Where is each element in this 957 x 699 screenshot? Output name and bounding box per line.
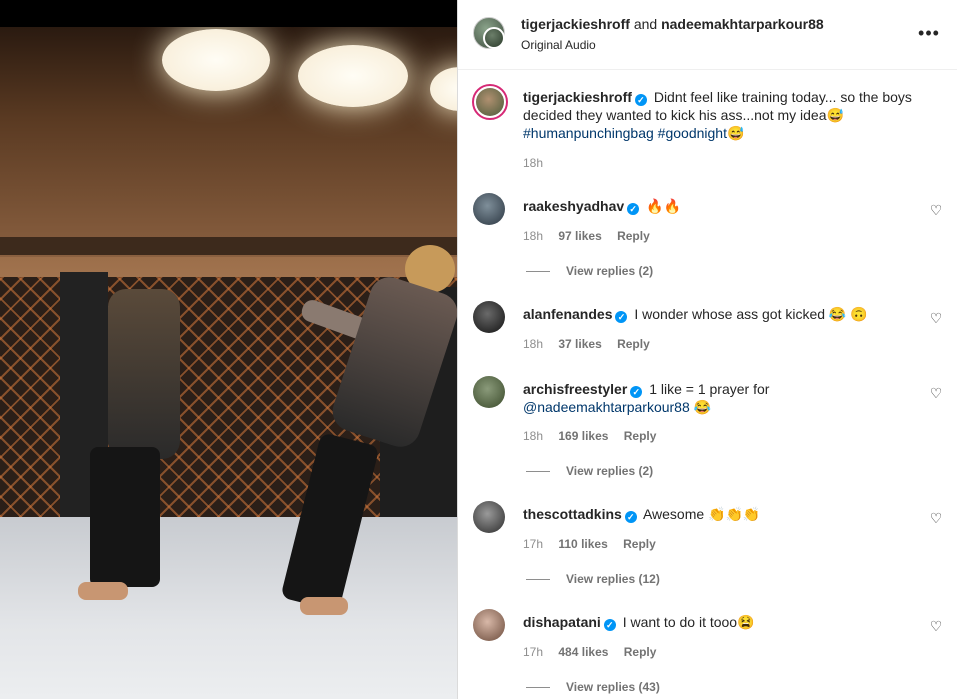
audio-link[interactable]: Original Audio <box>521 38 596 52</box>
caption-author[interactable]: tigerjackieshroff <box>523 89 632 105</box>
reply-button[interactable]: Reply <box>624 645 657 659</box>
hashtag-link[interactable]: #goodnight😅 <box>658 125 745 141</box>
view-replies-button[interactable]: View replies (2) <box>526 264 653 278</box>
hashtag-link[interactable]: #humanpunchingbag <box>523 125 654 141</box>
reply-button[interactable]: Reply <box>623 537 656 551</box>
commenter-avatar[interactable] <box>473 301 505 333</box>
floor <box>0 517 457 699</box>
commenter-username[interactable]: archisfreestyler <box>523 381 627 397</box>
top-bar <box>0 0 457 27</box>
verified-badge-icon: ✓ <box>603 619 616 631</box>
heart-icon[interactable]: ♡ <box>929 311 943 325</box>
collaborator-link[interactable]: nadeemakhtarparkour88 <box>661 16 824 32</box>
author-link[interactable]: tigerjackieshroff <box>521 16 630 32</box>
reply-button[interactable]: Reply <box>624 429 657 443</box>
comment-likes[interactable]: 169 likes <box>558 429 608 443</box>
commenter-username[interactable]: dishapatani <box>523 614 601 630</box>
connector-text: and <box>633 16 658 32</box>
commenter-avatar[interactable] <box>473 609 505 641</box>
comment-text: Awesome 👏👏👏 <box>642 506 761 522</box>
commenter-username[interactable]: alanfenandes <box>523 306 612 322</box>
post-authors: tigerjackieshroff and nadeemakhtarparkou… <box>521 16 824 32</box>
verified-badge-icon: ✓ <box>630 386 643 398</box>
post-side-panel: tigerjackieshroff and nadeemakhtarparkou… <box>457 0 957 699</box>
comment-likes[interactable]: 484 likes <box>558 645 608 659</box>
comment-likes[interactable]: 37 likes <box>558 337 601 351</box>
comment-text: I want to do it tooo😫 <box>622 614 755 630</box>
verified-badge-icon: ✓ <box>634 94 647 106</box>
caption-author-avatar[interactable] <box>472 84 508 120</box>
post-header: tigerjackieshroff and nadeemakhtarparkou… <box>458 0 957 70</box>
commenter-avatar[interactable] <box>473 193 505 225</box>
commenter-username[interactable]: thescottadkins <box>523 506 622 522</box>
comment-likes[interactable]: 110 likes <box>558 537 607 551</box>
verified-badge-icon: ✓ <box>624 511 637 523</box>
view-replies-button[interactable]: View replies (12) <box>526 572 660 586</box>
comment-text: I wonder whose ass got kicked 😂 🙃 <box>634 306 868 322</box>
comment-timestamp: 17h <box>523 537 544 551</box>
post-video[interactable] <box>0 27 457 699</box>
heart-icon[interactable]: ♡ <box>929 619 943 633</box>
commenter-avatar[interactable] <box>473 501 505 533</box>
comment-text: 1 like = 1 prayer for <box>649 381 770 397</box>
verified-badge-icon: ✓ <box>615 311 628 323</box>
reply-button[interactable]: Reply <box>617 337 650 351</box>
comment-likes[interactable]: 97 likes <box>558 229 601 243</box>
comment-timestamp: 18h <box>523 337 544 351</box>
comment-timestamp: 18h <box>523 429 544 443</box>
person-padded <box>108 289 180 459</box>
comment-timestamp: 17h <box>523 645 544 659</box>
heart-icon[interactable]: ♡ <box>929 386 943 400</box>
collaborator-avatar[interactable] <box>483 27 505 49</box>
reply-button[interactable]: Reply <box>617 229 650 243</box>
comment-timestamp: 18h <box>523 229 544 243</box>
mention-link[interactable]: @nadeemakhtarparkour88 😂 <box>523 399 711 415</box>
verified-badge-icon: ✓ <box>627 203 640 215</box>
heart-icon[interactable]: ♡ <box>929 203 943 217</box>
caption-timestamp: 18h <box>523 156 544 170</box>
comment-text: 🔥🔥 <box>646 198 681 214</box>
view-replies-button[interactable]: View replies (43) <box>526 680 660 694</box>
commenter-avatar[interactable] <box>473 376 505 408</box>
heart-icon[interactable]: ♡ <box>929 511 943 525</box>
ellipsis-icon[interactable]: ••• <box>917 22 941 46</box>
commenter-username[interactable]: raakeshyadhav <box>523 198 624 214</box>
view-replies-button[interactable]: View replies (2) <box>526 464 653 478</box>
